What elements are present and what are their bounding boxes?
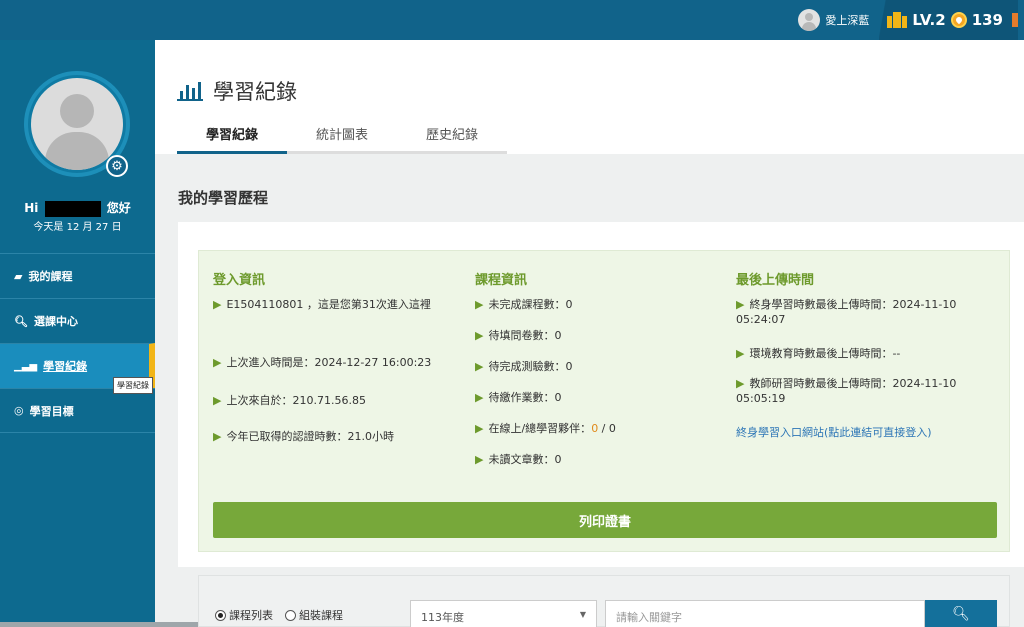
tab-statistics-chart[interactable]: 統計圖表 (287, 124, 397, 154)
radio-course-list[interactable]: 課程列表 (215, 607, 273, 623)
sidebar-item-my-courses[interactable]: ▰ 我的課程 (0, 253, 155, 298)
greeting-suffix: 您好 (106, 201, 131, 215)
page-header: 學習紀錄 學習紀錄 統計圖表 歷史紀錄 (155, 40, 1024, 154)
radio-selected-icon (215, 609, 226, 621)
sidebar-item-label: 學習紀錄 (43, 360, 88, 373)
course-info-line: ▶ 未讀文章數：0 (475, 453, 562, 466)
tooltip: 學習紀錄 (113, 377, 153, 394)
coin-icon (950, 12, 967, 28)
course-info-line: ▶ 待填問卷數：0 (475, 329, 562, 342)
avatar-placeholder-icon (31, 78, 123, 170)
filter-bar: 課程列表 組裝課程 113年度 ▼ 請輸入關鍵字 🔍︎ (198, 575, 1010, 627)
tab-history-record[interactable]: 歷史紀錄 (397, 124, 507, 154)
portal-link[interactable]: 終身學習入口網站(點此連結可直接登入) (736, 424, 932, 440)
upload-info-line: ▶ 教師研習時數最後上傳時間：2024-11-10 (736, 377, 957, 390)
upload-info-column: 最後上傳時間 ▶ 終身學習時數最後上傳時間：2024-11-10 05:24:07… (736, 269, 1006, 499)
sidebar-nav: ▰ 我的課程 🔍︎ 選課中心 ▁▃▅ 學習紀錄 ◎ 學習目標 (0, 253, 155, 433)
sidebar-item-label: 我的課程 (28, 270, 73, 283)
course-info-column: 課程資訊 ▶ 未完成課程數：0 ▶ 待填問卷數：0 ▶ 待完成測驗數：0 ▶ 待繳作業數… (475, 269, 725, 499)
course-info-line: ▶ 未完成課程數：0 (475, 298, 573, 311)
tab-bar: 學習紀錄 統計圖表 歷史紀錄 (177, 124, 507, 154)
course-info-heading: 課程資訊 (475, 273, 528, 288)
page-title: 學習紀錄 (177, 76, 297, 106)
print-certificate-button[interactable]: 列印證書 (213, 502, 997, 538)
course-info-line: ▶ 在線上/總學習夥伴：0 / 0 (475, 422, 616, 435)
login-info-line: ▶ E1504110801 ，這是您第31次進入這裡 (213, 298, 431, 311)
coin-count: 139 (971, 11, 1003, 29)
page-title-text: 學習紀錄 (213, 80, 297, 104)
course-info-line: ▶ 待完成測驗數：0 (475, 360, 573, 373)
course-info-line: ▶ 待繳作業數：0 (475, 391, 562, 404)
top-bar: 愛上深藍 LV.2 139 (0, 0, 1024, 40)
radio-label: 課程列表 (229, 609, 273, 622)
upload-info-line: ▶ 環境教育時數最後上傳時間：-- (736, 347, 901, 360)
level-box: LV.2 139 (879, 0, 1018, 40)
radio-label: 組裝課程 (299, 609, 343, 622)
upload-info-line: ▶ 終身學習時數最後上傳時間：2024-11-10 (736, 298, 957, 311)
upload-info-line-cont: 05:05:19 (736, 392, 786, 405)
search-button[interactable]: 🔍︎ (925, 600, 997, 627)
login-info-heading: 登入資訊 (213, 273, 266, 288)
sidebar-item-label: 學習目標 (29, 404, 74, 418)
search-icon: 🔍︎ (952, 606, 970, 622)
redacted-name (44, 200, 101, 217)
book-icon: ▰ (14, 269, 23, 283)
sidebar-item-learning-goal[interactable]: ◎ 學習目標 (0, 388, 155, 433)
search-icon: 🔍︎ (14, 314, 28, 328)
year-select[interactable]: 113年度 ▼ (410, 600, 597, 627)
greeting: Hi 您好 (0, 199, 155, 217)
gear-icon[interactable]: ⚙ (106, 155, 128, 177)
login-info-line: ▶ 今年已取得的認證時數：21.0小時 (213, 430, 394, 443)
chevron-down-icon: ▼ (579, 610, 586, 619)
login-info-line: ▶ 上次來自於：210.71.56.85 (213, 394, 366, 407)
user-avatar-icon (798, 9, 821, 31)
tab-learning-record[interactable]: 學習紀錄 (177, 124, 287, 154)
section-title: 我的學習歷程 (178, 189, 269, 207)
radio-unselected-icon (285, 609, 296, 621)
upload-info-line-cont: 05:24:07 (736, 313, 786, 326)
sidebar-item-course-center[interactable]: 🔍︎ 選課中心 (0, 298, 155, 343)
year-select-value: 113年度 (421, 611, 464, 624)
username: 愛上深藍 (825, 14, 870, 27)
login-info-column: 登入資訊 ▶ E1504110801 ，這是您第31次進入這裡 ▶ 上次進入時間是：… (213, 269, 463, 499)
sidebar: ⚙ Hi 您好 今天是 12 月 27 日 ▰ 我的課程 🔍︎ 選課中心 ▁▃▅… (0, 40, 155, 627)
radio-assembled-course[interactable]: 組裝課程 (285, 607, 343, 623)
bar-chart-icon: ▁▃▅ (14, 360, 38, 372)
sidebar-item-label: 選課中心 (33, 315, 78, 328)
level-label: LV.2 (912, 11, 946, 29)
bar-chart-icon (177, 81, 203, 101)
login-info-line: ▶ 上次進入時間是：2024-12-27 16:00:23 (213, 356, 432, 369)
badge-icon (1012, 13, 1018, 27)
view-mode-radio-group: 課程列表 組裝課程 (215, 607, 343, 623)
greeting-prefix: Hi (24, 201, 39, 215)
upload-info-heading: 最後上傳時間 (736, 273, 815, 288)
castle-icon (887, 12, 908, 28)
today-date: 今天是 12 月 27 日 (33, 222, 122, 233)
info-box: 登入資訊 ▶ E1504110801 ，這是您第31次進入這裡 ▶ 上次進入時間是：… (198, 250, 1010, 552)
target-icon: ◎ (14, 404, 24, 417)
user-menu[interactable]: 愛上深藍 (798, 9, 869, 31)
keyword-search-input[interactable]: 請輸入關鍵字 (605, 600, 925, 627)
